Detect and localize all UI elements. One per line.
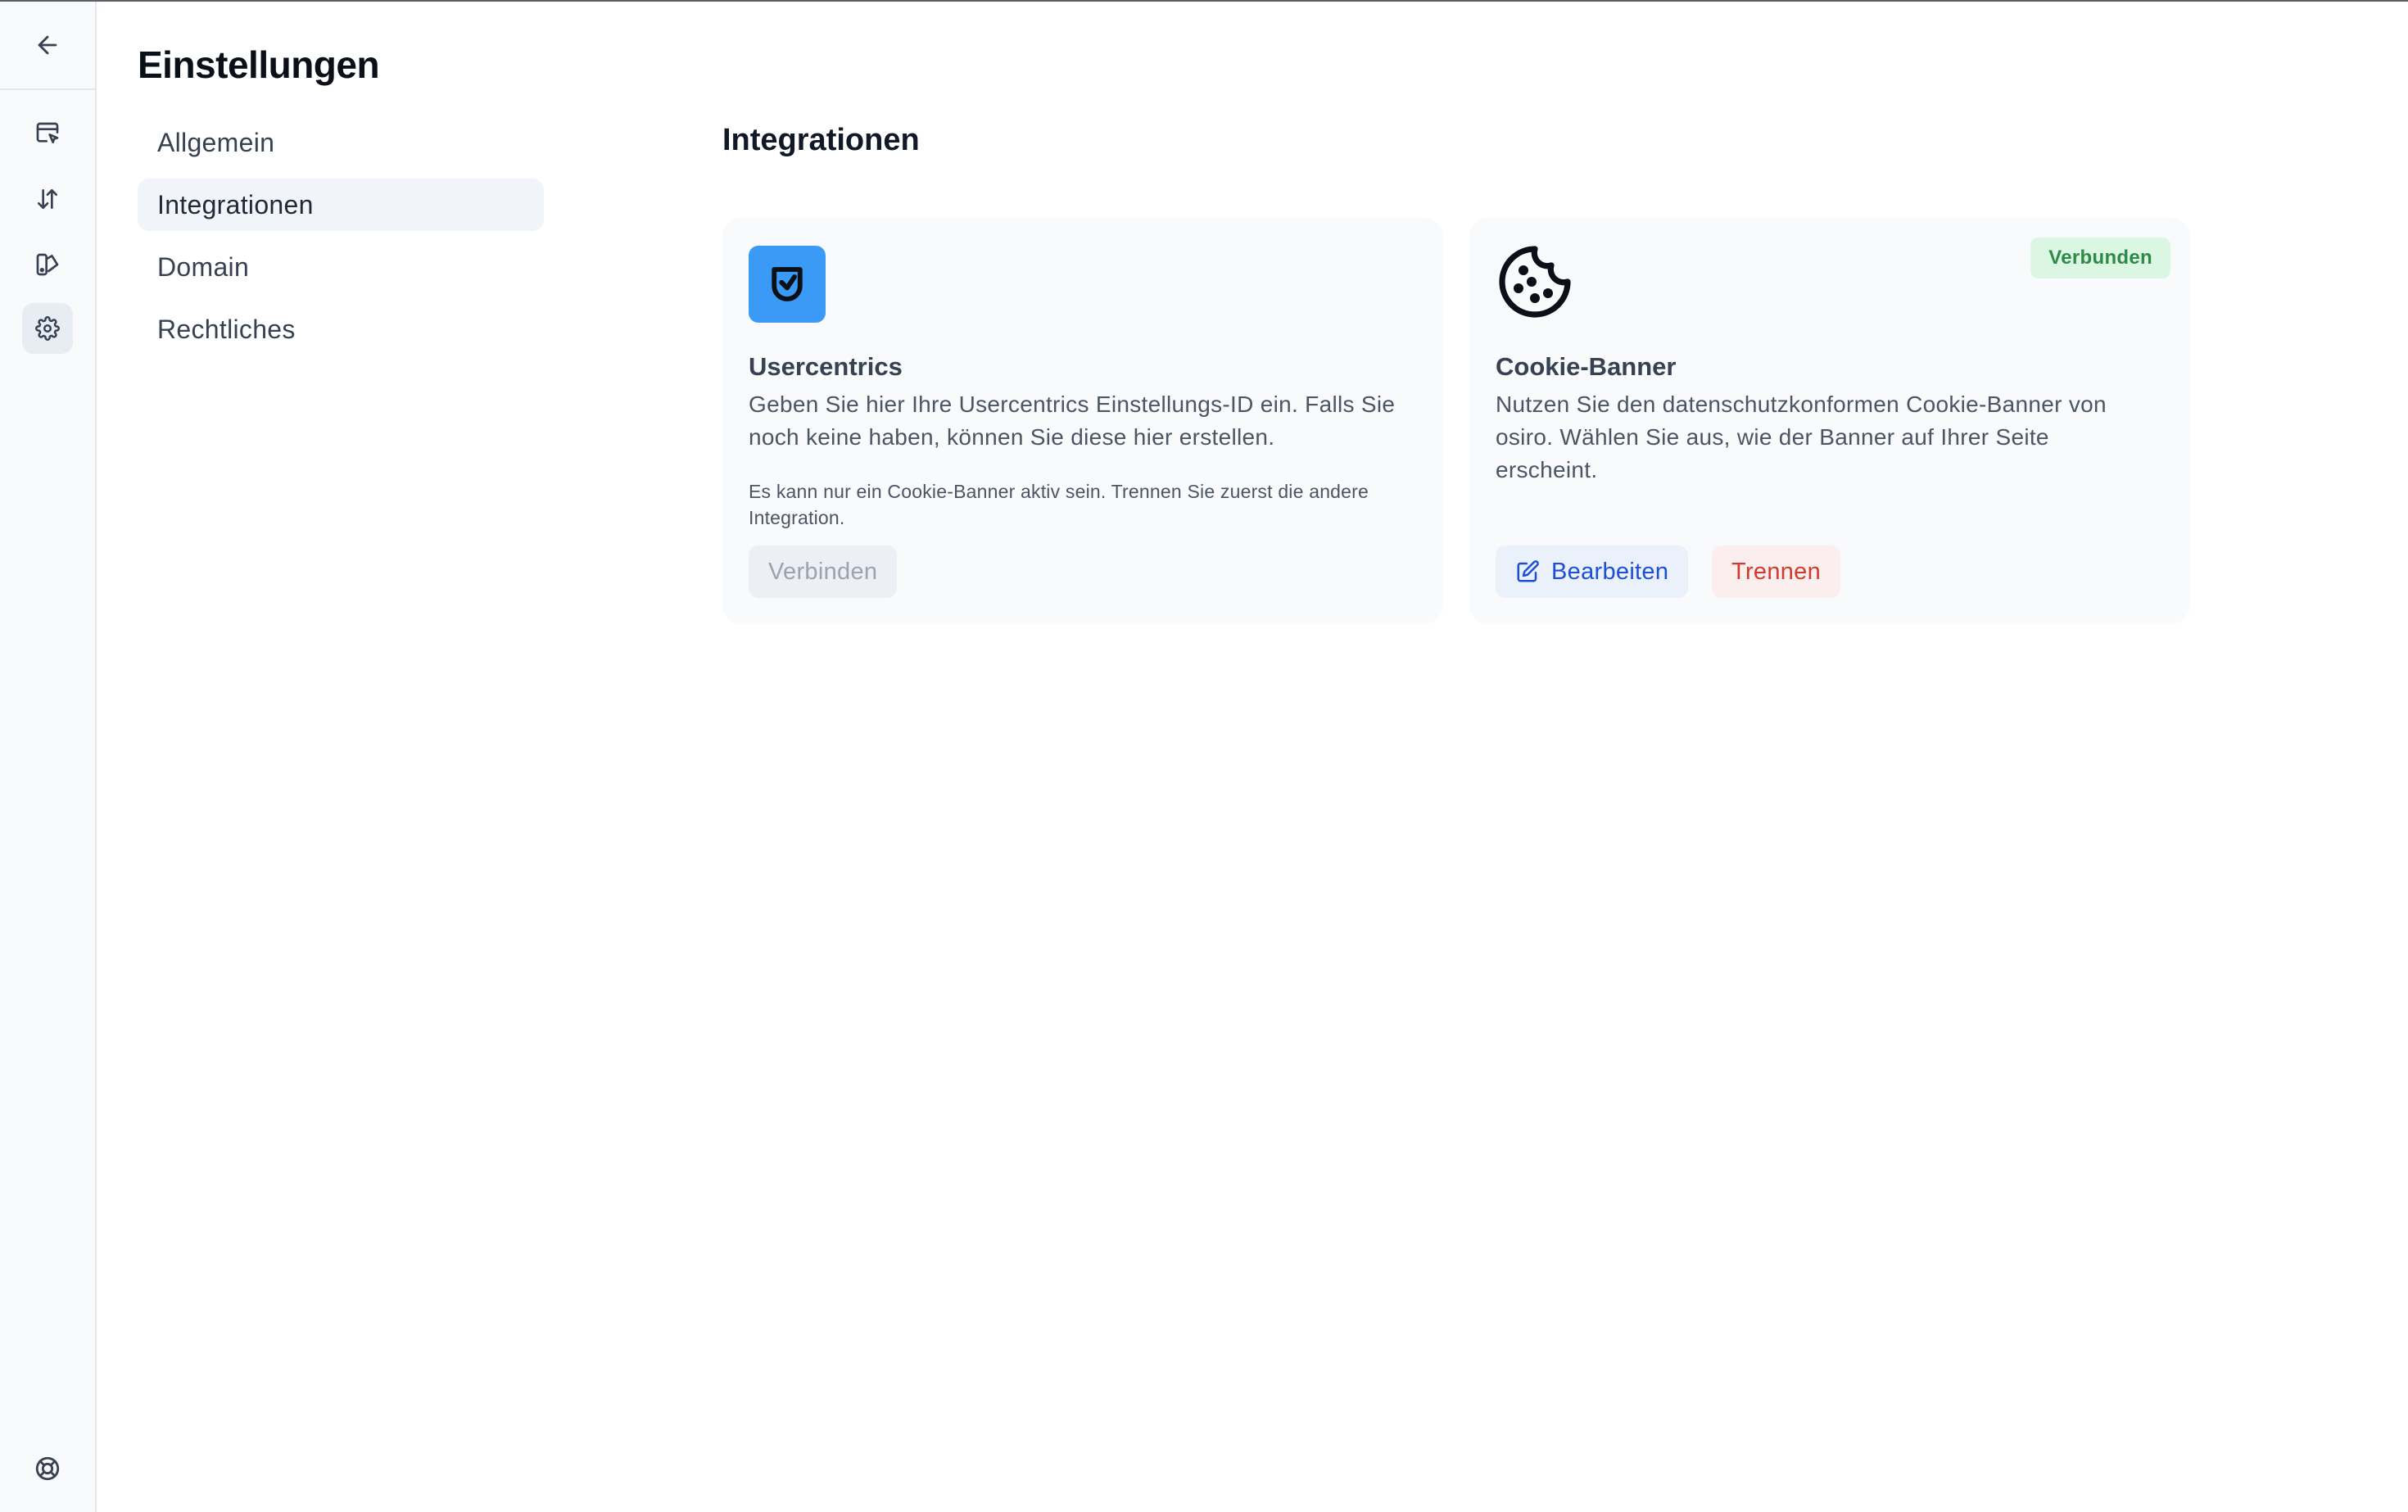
cookie-icon [1499, 246, 1571, 318]
rail-item-editor[interactable] [22, 108, 73, 159]
settings-nav-item-allgemein[interactable]: Allgemein [138, 116, 544, 169]
edit-button-label: Bearbeiten [1551, 558, 1669, 585]
card-description: Nutzen Sie den datenschutzkonformen Cook… [1496, 392, 2107, 482]
gear-icon [35, 316, 60, 341]
settings-nav-item-integrationen[interactable]: Integrationen [138, 179, 544, 231]
settings-nav-item-rechtliches[interactable]: Rechtliches [138, 303, 544, 355]
connect-button[interactable]: Verbinden [749, 545, 898, 598]
browser-cursor-icon [36, 122, 59, 143]
lifebuoy-icon [35, 1456, 60, 1481]
rail-item-settings[interactable] [22, 303, 73, 354]
status-badge: Verbunden [2030, 238, 2170, 278]
icon-rail [0, 2, 97, 1512]
card-note: Es kann nur ein Cookie-Banner aktiv sein… [749, 481, 1369, 528]
swatch-book-icon [36, 253, 59, 276]
rail-item-design[interactable] [22, 239, 73, 290]
disconnect-button[interactable]: Trennen [1712, 545, 1841, 598]
back-button[interactable] [0, 2, 95, 90]
section-title: Integrationen [722, 123, 920, 157]
arrows-up-down-icon [38, 189, 57, 209]
arrow-left-icon [38, 35, 57, 55]
card-title: Cookie-Banner [1496, 352, 1677, 381]
integration-card-usercentrics: Usercentrics Geben Sie hier Ihre Usercen… [722, 218, 1443, 624]
card-description: Geben Sie hier Ihre Usercentrics Einstel… [749, 392, 1396, 450]
settings-nav-item-domain[interactable]: Domain [138, 241, 544, 293]
pencil-square-icon [1517, 560, 1539, 582]
rail-item-help[interactable] [22, 1443, 73, 1494]
usercentrics-logo [749, 246, 826, 323]
app-window: Einstellungen Allgemein Integrationen Do… [0, 0, 2408, 1512]
card-title: Usercentrics [749, 352, 903, 381]
page-title: Einstellungen [138, 43, 380, 86]
settings-nav: Allgemein Integrationen Domain Rechtlich… [138, 116, 544, 365]
shield-check-icon [772, 267, 803, 301]
rail-item-sort[interactable] [22, 174, 73, 224]
edit-button[interactable]: Bearbeiten [1496, 545, 1689, 598]
integration-card-cookie-banner: Verbunden Cookie-Banner Nutzen Sie den d… [1469, 218, 2190, 624]
